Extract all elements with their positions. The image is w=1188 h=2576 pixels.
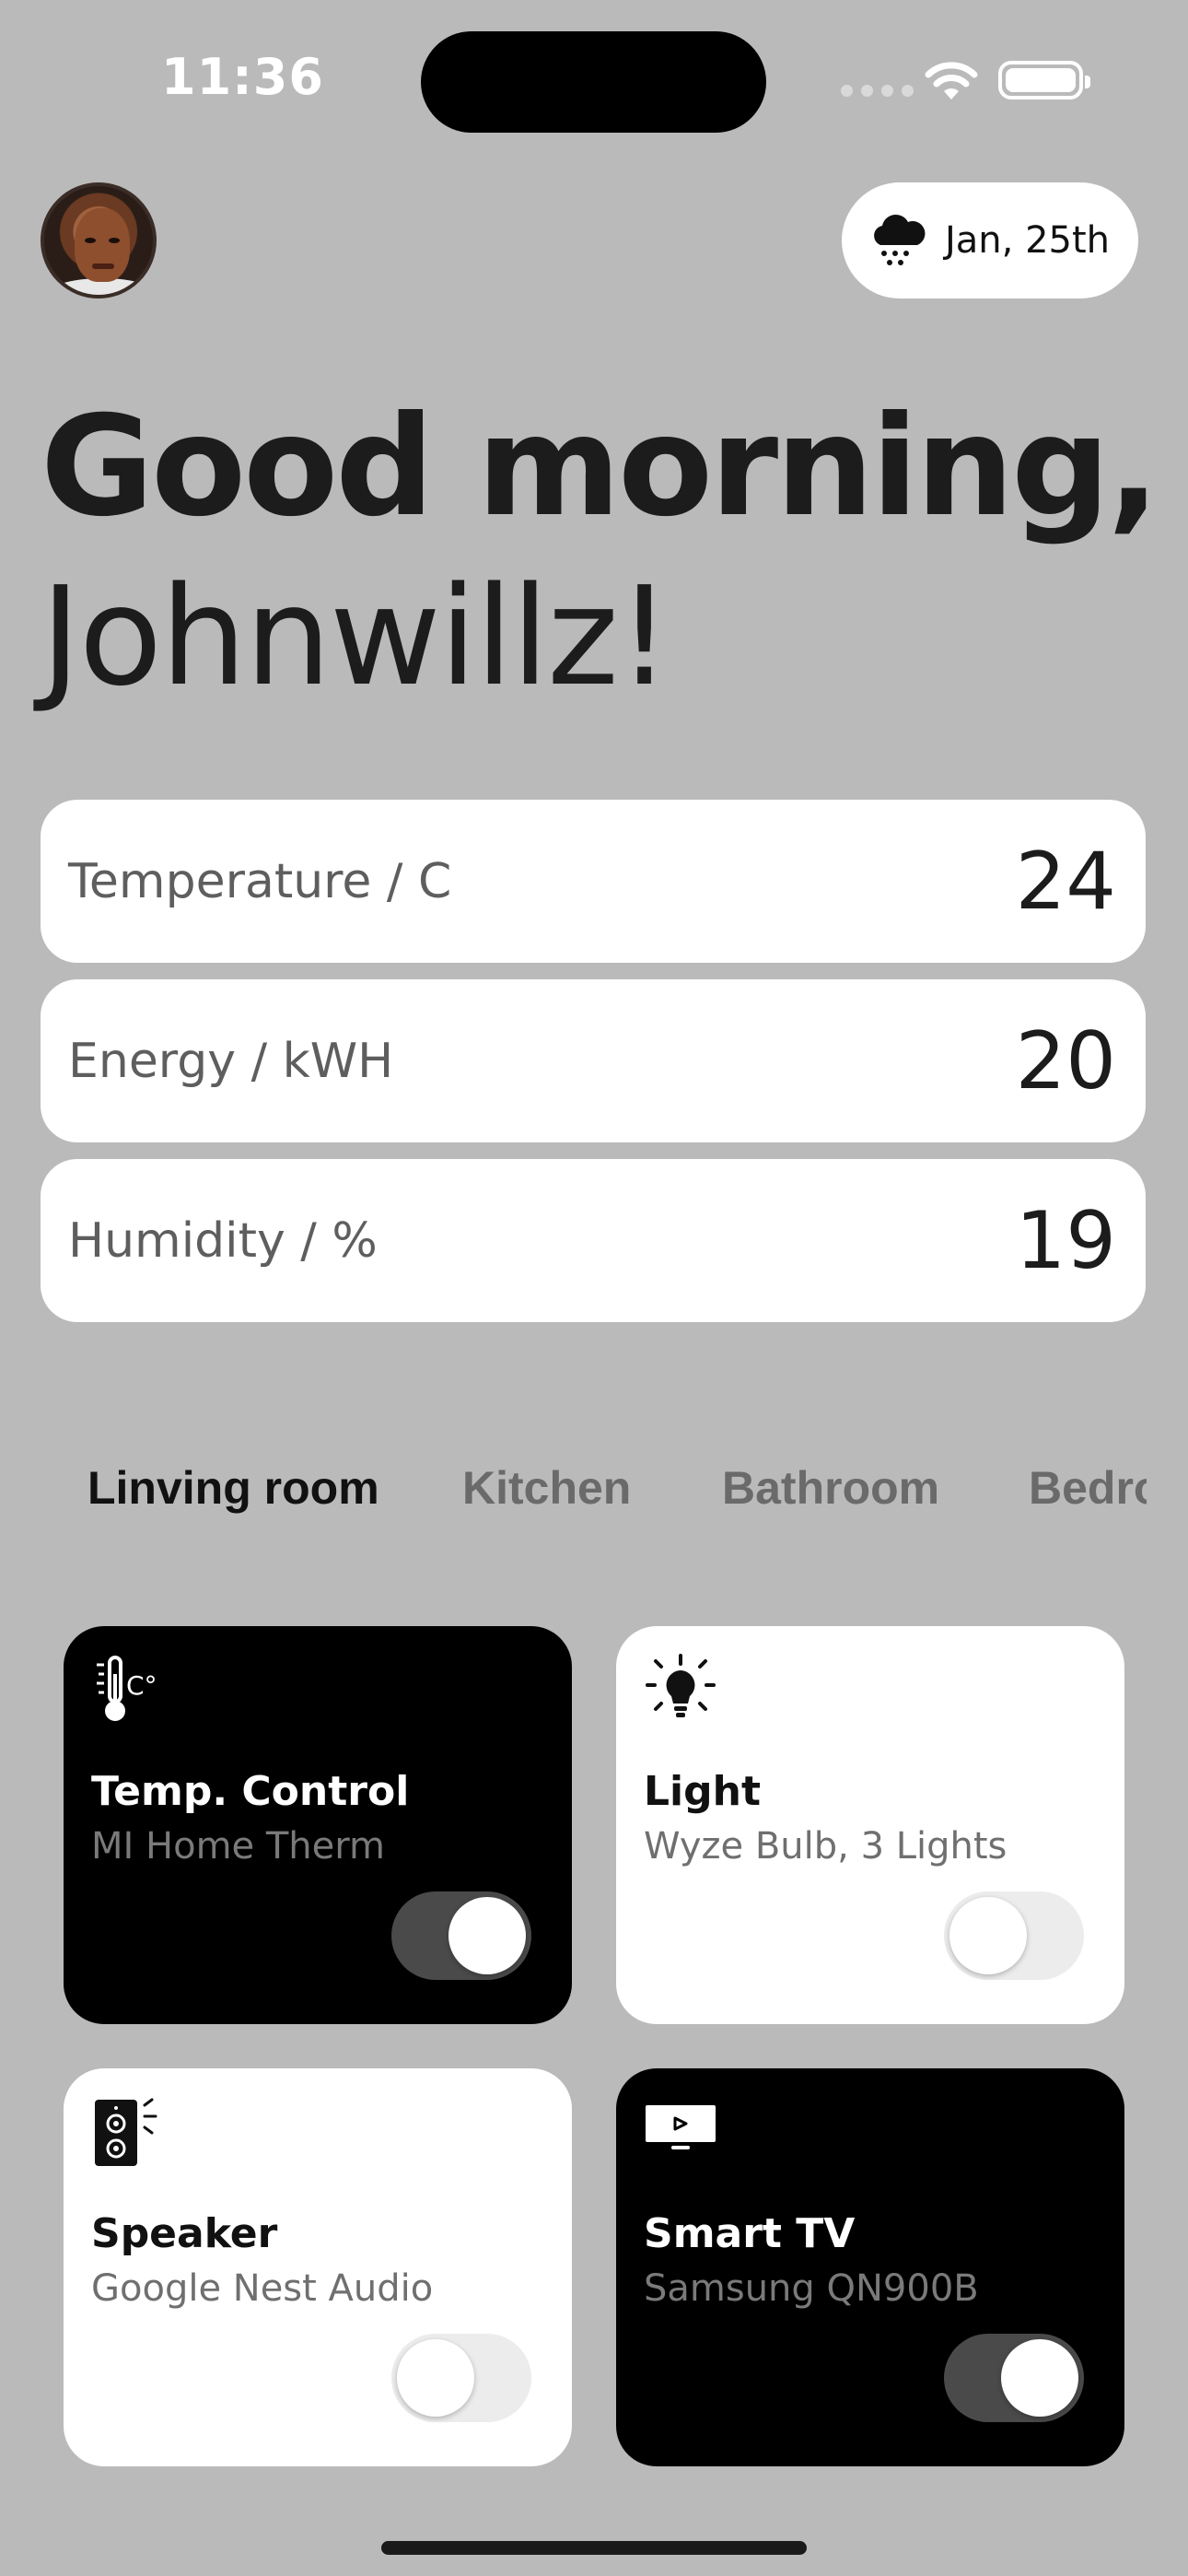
- tab-bedroom[interactable]: Bedroom: [1029, 1461, 1147, 1515]
- snow-cloud-icon: [874, 214, 926, 265]
- home-indicator[interactable]: [381, 2541, 807, 2555]
- tab-bathroom[interactable]: Bathroom: [722, 1461, 939, 1515]
- device-power-toggle[interactable]: [391, 2334, 531, 2422]
- tab-living-room[interactable]: Linving room: [87, 1461, 379, 1515]
- greeting-line-1: Good morning,: [41, 387, 1159, 547]
- device-title: Light: [644, 1768, 761, 1815]
- battery-icon: [998, 61, 1090, 100]
- tv-icon: [646, 2105, 716, 2149]
- date-weather-pill[interactable]: Jan, 25th: [842, 182, 1138, 299]
- toggle-knob: [397, 2339, 474, 2417]
- device-card-light[interactable]: Light Wyze Bulb, 3 Lights: [616, 1626, 1124, 2024]
- svg-text:C°: C°: [126, 1670, 157, 1701]
- toggle-knob: [448, 1897, 526, 1974]
- light-bulb-icon: [646, 1654, 716, 1717]
- cellular-signal-icon: [841, 85, 914, 97]
- user-avatar[interactable]: [41, 182, 157, 299]
- toggle-knob: [1001, 2339, 1078, 2417]
- stat-label: Humidity / %: [68, 1212, 378, 1269]
- dynamic-island: [421, 31, 766, 133]
- device-card-smart-tv[interactable]: Smart TV Samsung QN900B: [616, 2068, 1124, 2466]
- stat-value: 24: [1015, 835, 1116, 928]
- stat-value: 20: [1015, 1014, 1116, 1107]
- device-power-toggle[interactable]: [944, 1891, 1084, 1980]
- device-title: Temp. Control: [91, 1768, 410, 1815]
- stat-humidity: Humidity / % 19: [41, 1159, 1146, 1322]
- date-label: Jan, 25th: [945, 219, 1111, 262]
- greeting-user-name: Johnwillz!: [41, 557, 671, 716]
- stat-label: Temperature / C: [68, 853, 452, 909]
- device-title: Speaker: [91, 2210, 278, 2257]
- device-subtitle: Wyze Bulb, 3 Lights: [644, 1825, 1007, 1868]
- device-card-temp-control[interactable]: C° Temp. Control MI Home Therm: [64, 1626, 572, 2024]
- stat-label: Energy / kWH: [68, 1033, 394, 1089]
- device-title: Smart TV: [644, 2210, 856, 2257]
- speaker-icon: [95, 2098, 157, 2166]
- room-tabs: Linving room Kitchen Bathroom Bedroom: [87, 1456, 1147, 1520]
- stat-temperature: Temperature / C 24: [41, 800, 1146, 963]
- device-power-toggle[interactable]: [944, 2334, 1084, 2422]
- thermometer-icon: C°: [97, 1656, 157, 1721]
- tab-kitchen[interactable]: Kitchen: [462, 1461, 631, 1515]
- device-card-speaker[interactable]: Speaker Google Nest Audio: [64, 2068, 572, 2466]
- stat-value: 19: [1015, 1194, 1116, 1287]
- wifi-icon: [925, 62, 978, 100]
- device-subtitle: MI Home Therm: [91, 1825, 385, 1868]
- device-power-toggle[interactable]: [391, 1891, 531, 1980]
- status-time: 11:36: [161, 48, 324, 106]
- toggle-knob: [949, 1897, 1027, 1974]
- stat-energy: Energy / kWH 20: [41, 979, 1146, 1142]
- home-screen: 11:36 Jan, 25th Good morning, Johnwillz!…: [0, 0, 1188, 2576]
- device-subtitle: Samsung QN900B: [644, 2267, 979, 2310]
- device-subtitle: Google Nest Audio: [91, 2267, 434, 2310]
